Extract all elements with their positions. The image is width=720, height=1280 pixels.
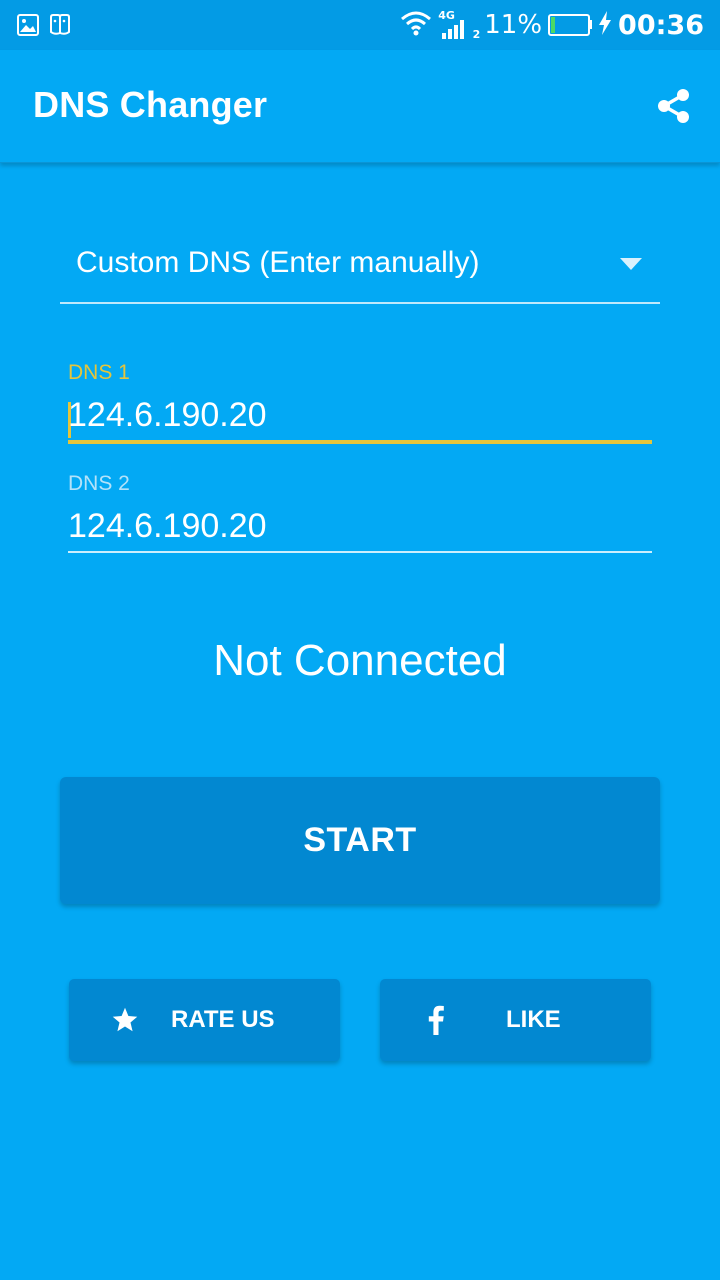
share-icon bbox=[658, 89, 689, 123]
battery-percent: 11% bbox=[484, 10, 543, 40]
status-bar-right: 4G 2 11% 00:36 bbox=[400, 0, 704, 50]
like-label: LIKE bbox=[506, 1006, 561, 1033]
start-button[interactable]: START bbox=[60, 777, 660, 904]
notification-app-icon bbox=[48, 13, 72, 41]
dns1-label: DNS 1 bbox=[68, 361, 130, 384]
battery-fill bbox=[551, 17, 556, 33]
dns2-label: DNS 2 bbox=[68, 472, 130, 495]
battery-icon bbox=[548, 14, 593, 36]
start-label: START bbox=[303, 821, 417, 859]
cell-signal-icon: 4G 2 bbox=[438, 9, 481, 41]
dns-provider-dropdown[interactable]: Custom DNS (Enter manually) bbox=[60, 230, 660, 304]
dropdown-arrow-icon bbox=[620, 258, 642, 270]
share-button[interactable] bbox=[654, 86, 694, 126]
rate-us-label: RATE US bbox=[171, 1006, 275, 1033]
charging-icon bbox=[598, 10, 612, 40]
app-title: DNS Changer bbox=[33, 84, 268, 125]
star-icon bbox=[111, 1006, 139, 1038]
dns1-field[interactable]: DNS 1 124.6.190.20 bbox=[68, 360, 652, 446]
dns1-input[interactable]: 124.6.190.20 bbox=[68, 396, 267, 435]
rate-us-button[interactable]: RATE US bbox=[69, 979, 340, 1061]
dns2-field[interactable]: DNS 2 124.6.190.20 bbox=[68, 471, 652, 555]
image-icon bbox=[16, 13, 40, 41]
app-bar: DNS Changer bbox=[0, 50, 720, 163]
status-time: 00:36 bbox=[618, 9, 704, 41]
facebook-icon bbox=[428, 1005, 444, 1039]
sim-slot-label: 2 bbox=[472, 28, 481, 41]
screen: 4G 2 11% 00:36 DNS Changer Custom DNS (E… bbox=[0, 0, 720, 1280]
wifi-icon bbox=[400, 10, 432, 40]
dns1-underline bbox=[68, 440, 652, 444]
dns-provider-selected: Custom DNS (Enter manually) bbox=[76, 246, 480, 279]
like-button[interactable]: LIKE bbox=[380, 979, 651, 1061]
dns2-input[interactable]: 124.6.190.20 bbox=[68, 507, 267, 546]
dns2-underline bbox=[68, 551, 652, 553]
connection-status: Not Connected bbox=[213, 636, 507, 685]
status-bar: 4G 2 11% 00:36 bbox=[0, 0, 720, 50]
